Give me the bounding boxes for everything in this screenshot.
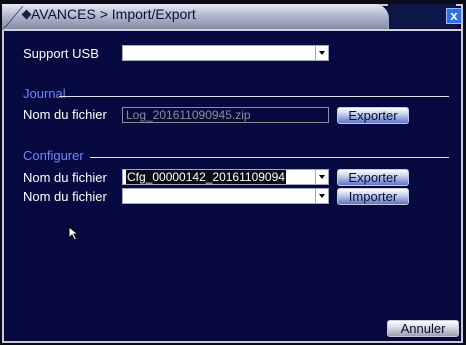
config-divider [90,157,449,158]
journal-divider [59,96,449,97]
config-section-label: Configurer [23,148,84,163]
journal-file-field: Log_201611090945.zip [122,107,329,123]
config-import-button[interactable]: Importer [337,188,409,205]
cancel-button[interactable]: Annuler [387,320,459,337]
chevron-down-icon[interactable] [315,170,328,184]
usb-support-label: Support USB [23,46,99,61]
journal-section-label: Journal [23,86,66,101]
close-button[interactable]: x [446,8,462,24]
config-export-file-value: Cfg_00000142_20161109094 [126,170,286,184]
journal-file-label: Nom du fichier [23,107,107,122]
window-title: AVANCES > Import/Export [31,6,196,22]
usb-support-select[interactable] [122,45,329,61]
config-export-file-select[interactable]: Cfg_00000142_20161109094 [122,169,329,185]
chevron-down-icon[interactable] [315,189,328,203]
config-export-file-label: Nom du fichier [23,170,107,185]
journal-file-value: Log_201611090945.zip [126,108,251,122]
chevron-down-icon[interactable] [315,46,328,60]
config-import-file-select[interactable] [122,188,329,204]
mouse-cursor-icon [68,226,80,241]
config-import-file-label: Nom du fichier [23,189,107,204]
journal-export-button[interactable]: Exporter [337,107,409,124]
title-divider [4,29,461,31]
config-export-button[interactable]: Exporter [337,169,409,186]
